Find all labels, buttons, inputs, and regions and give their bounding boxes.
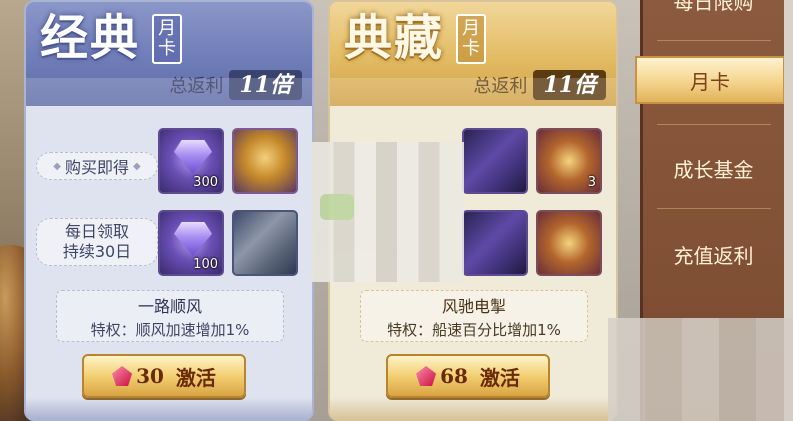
- row-label-line2: 持续30日: [62, 242, 132, 261]
- activate-button[interactable]: 68 激活: [386, 354, 550, 398]
- privilege-panel: 风驰电掣 特权：船速百分比增加1%: [360, 290, 588, 342]
- ruby-currency-icon: [112, 366, 133, 386]
- nav-item-growth-fund[interactable]: 成长基金: [643, 144, 784, 192]
- rebate-multiplier: 11倍: [229, 70, 302, 100]
- activate-cost: 30: [136, 364, 164, 388]
- tag-bottom: 卡: [462, 38, 480, 59]
- monthly-tag: 月 卡: [456, 14, 486, 64]
- blurred-region: [312, 142, 464, 282]
- privilege-name: 风驰电掣: [441, 297, 506, 316]
- total-rebate: 总返利 11倍: [473, 70, 606, 100]
- activate-label: 激活: [479, 365, 520, 390]
- ruby-currency-icon: [416, 366, 437, 386]
- item-qty: 300: [193, 175, 218, 190]
- card-title: 典藏: [344, 10, 445, 66]
- classic-monthly-card: 经典 月 卡 总返利 11倍 ◆ 购买即得 ◆ 300 每日领取 持续30日 1…: [24, 0, 314, 421]
- row-label-line1: 每日领取: [64, 222, 129, 241]
- treasure-chest-icon[interactable]: [232, 128, 298, 194]
- gem-shape: [174, 222, 212, 256]
- item-qty: 100: [193, 257, 218, 272]
- rebate-label: 总返利: [169, 76, 224, 97]
- card-header: 典藏 月 卡 总返利 11倍: [330, 2, 616, 106]
- card-footer-decor: [26, 397, 312, 419]
- rebate-multiplier: 11倍: [533, 70, 606, 100]
- card-footer-decor: [330, 397, 616, 419]
- card-title: 经典: [40, 10, 141, 66]
- nav-divider: [657, 124, 771, 125]
- nav-divider: [657, 208, 771, 209]
- privilege-desc: 特权：顺风加速增加1%: [90, 321, 250, 339]
- privilege-desc: 特权：船速百分比增加1%: [387, 321, 561, 339]
- monthly-tag: 月 卡: [152, 14, 182, 64]
- nav-item-recharge-rebate[interactable]: 充值返利: [643, 230, 784, 278]
- item-qty: 3: [587, 175, 596, 190]
- row-label-daily: 每日领取 持续30日: [36, 218, 158, 266]
- activate-label: 激活: [175, 365, 216, 390]
- tag-top: 月: [462, 18, 480, 39]
- activate-button[interactable]: 30 激活: [82, 354, 246, 398]
- jeweled-chest-icon[interactable]: [536, 210, 602, 276]
- privilege-panel: 一路顺风 特权：顺风加速增加1%: [56, 290, 284, 342]
- blurred-region: [608, 318, 793, 421]
- purple-diamond-icon[interactable]: 300: [158, 128, 224, 194]
- tag-top: 月: [158, 18, 176, 39]
- blurred-item-icon[interactable]: [462, 210, 528, 276]
- rebate-label: 总返利: [473, 76, 528, 97]
- blurred-item-icon[interactable]: [462, 128, 528, 194]
- privilege-name: 一路顺风: [137, 297, 202, 316]
- gem-shape: [174, 140, 212, 174]
- nav-divider: [657, 40, 771, 41]
- nav-item-daily-limited[interactable]: 每日限购: [643, 0, 784, 24]
- diamond-bullet-icon: ◆: [133, 160, 141, 172]
- nav-item-monthly-card[interactable]: 月卡: [635, 56, 785, 104]
- purple-diamond-icon[interactable]: 100: [158, 210, 224, 276]
- activate-cost: 68: [440, 364, 468, 388]
- blurred-item-icon[interactable]: [232, 210, 298, 276]
- card-header: 经典 月 卡 总返利 11倍: [26, 2, 312, 106]
- row-label-instant: ◆ 购买即得 ◆: [36, 152, 158, 180]
- row-label-text: 购买即得: [64, 158, 129, 177]
- diamond-bullet-icon: ◆: [53, 160, 61, 172]
- tag-bottom: 卡: [158, 38, 176, 59]
- envelope-reward-icon[interactable]: 3: [536, 128, 602, 194]
- total-rebate: 总返利 11倍: [169, 70, 302, 100]
